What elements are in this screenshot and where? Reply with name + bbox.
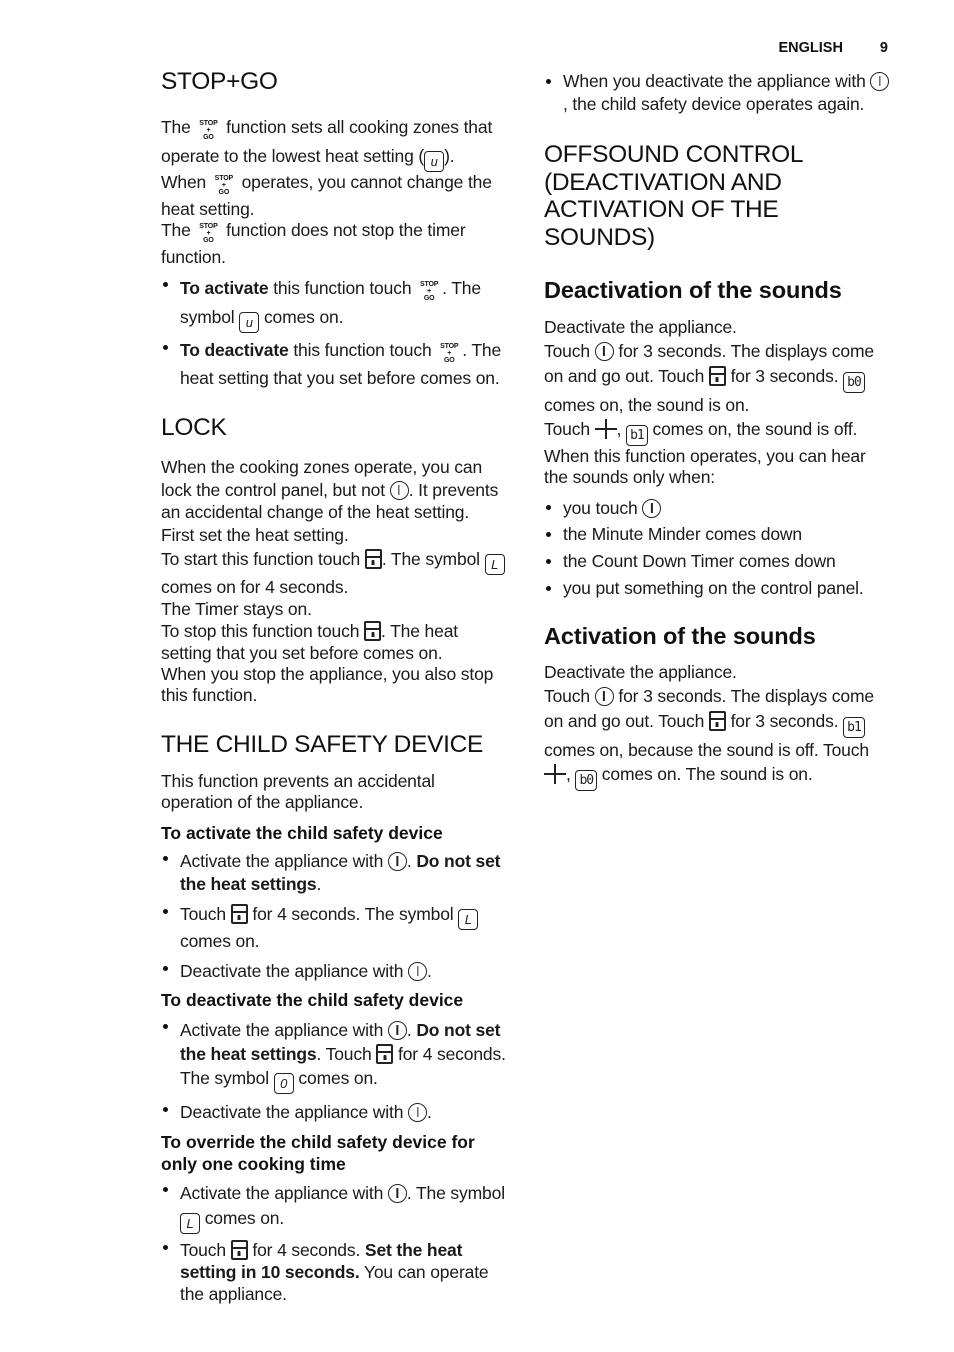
lock-title: LOCK <box>161 414 227 441</box>
language-label: ENGLISH <box>778 40 843 56</box>
list-item: Deactivate the appliance with . <box>161 960 511 983</box>
activation-sounds-heading: Activation of the sounds <box>544 623 816 649</box>
list-item: When you deactivate the appliance with ,… <box>544 70 894 116</box>
display-b1-icon: b1 <box>626 425 648 446</box>
deactivate-child-safety-bullets: Activate the appliance with . Do not set… <box>161 1018 511 1124</box>
power-icon <box>387 1183 407 1203</box>
list-item: you put something on the control panel. <box>544 577 894 600</box>
list-item: To activate this function touch STOP + GO.… <box>161 276 511 333</box>
lock-para-1: When the cooking zones operate, you can … <box>161 457 499 522</box>
display-u-icon: u <box>239 312 260 333</box>
page-header: ENGLISH 9 <box>778 40 888 56</box>
stop-go-icon: STOP + GO <box>440 343 459 364</box>
override-child-safety-heading: To override the child safety device for … <box>161 1131 475 1174</box>
power-icon <box>387 851 407 871</box>
page-number: 9 <box>879 40 888 56</box>
plus-icon <box>544 764 566 784</box>
stop-go-icon: STOP + GO <box>214 175 234 196</box>
sound-conditions-list: you touch the Minute Minder comes down t… <box>544 496 894 600</box>
lock-icon <box>230 1239 248 1260</box>
stopgo-bullets: To activate this function touch STOP + GO.… <box>161 276 511 390</box>
child-safety-title: THE CHILD SAFETY DEVICE <box>161 730 484 758</box>
display-L-icon: L <box>484 553 505 575</box>
deactivation-para-1: Deactivate the appliance. <box>544 317 737 337</box>
list-item: you touch <box>544 496 894 520</box>
deactivation-para-4: When this function operates, you can hea… <box>544 446 866 487</box>
display-u-icon: u <box>424 151 445 172</box>
lock-icon <box>364 548 382 569</box>
power-icon <box>408 961 427 981</box>
display-L-icon: L <box>458 908 479 930</box>
activation-para-1: Deactivate the appliance. <box>544 662 737 682</box>
list-item: Touch for 4 seconds. Set the heat settin… <box>161 1239 511 1305</box>
display-0-icon: 0 <box>273 1072 294 1094</box>
stopgo-para-1: The STOP + GO function sets all cooking zo… <box>161 115 511 172</box>
power-icon <box>642 499 662 518</box>
power-icon <box>594 687 614 706</box>
stop-go-icon: STOP + GO <box>199 223 218 244</box>
lock-para-6: When you stop the appliance, you also st… <box>161 663 494 705</box>
stopgo-para-3: The STOP + GO function does not stop the t… <box>161 220 466 267</box>
lock-para-5: To stop this function touch . The heat s… <box>161 620 459 663</box>
deactivation-sounds-heading: Deactivation of the sounds <box>544 277 842 303</box>
list-item: Activate the appliance with . Do not set… <box>161 850 511 896</box>
lock-icon <box>708 710 726 731</box>
child-safety-intro: This function prevents an accidental ope… <box>161 770 435 812</box>
activate-child-safety-bullets: Activate the appliance with . Do not set… <box>161 850 511 983</box>
list-item: the Minute Minder comes down <box>544 523 894 546</box>
plus-icon <box>594 419 617 439</box>
lock-icon <box>708 365 726 386</box>
deactivate-child-safety-heading: To deactivate the child safety device <box>161 989 464 1010</box>
display-b1-icon: b1 <box>843 716 865 738</box>
stopgo-title: STOP+GO <box>161 68 278 95</box>
activation-para-2: Touch for 3 seconds. The displays come o… <box>544 684 894 791</box>
power-icon <box>594 342 614 361</box>
list-item: Touch for 4 seconds. The symbol L comes … <box>161 903 511 952</box>
lock-icon <box>376 1043 394 1064</box>
lock-para-3: To start this function touch . The symbo… <box>161 547 511 599</box>
lock-para-2: First set the heat setting. <box>161 524 349 545</box>
override-child-safety-bullets: Activate the appliance with . The symbol… <box>161 1181 511 1305</box>
list-item: To deactivate this function touch STOP + G… <box>161 339 511 390</box>
stop-go-icon: STOP + GO <box>199 120 218 141</box>
offsound-title: OFFSOUND CONTROL (DEACTIVATION AND ACTIV… <box>544 141 803 251</box>
power-icon <box>387 1020 407 1040</box>
right-column: When you deactivate the appliance with ,… <box>544 70 894 791</box>
lock-icon <box>230 903 248 924</box>
power-icon <box>389 480 409 500</box>
activate-child-safety-heading: To activate the child safety device <box>161 822 443 843</box>
deactivation-para-3: Touch , b1 comes on, the sound is off. <box>544 417 894 446</box>
stopgo-para-2: When STOP + GO operates, you cannot change… <box>161 172 492 219</box>
list-item: the Count Down Timer comes down <box>544 550 894 573</box>
list-item: Activate the appliance with . Do not set… <box>161 1018 511 1094</box>
display-b0-icon: b0 <box>843 371 865 393</box>
list-item: Activate the appliance with . The symbol… <box>161 1181 511 1234</box>
stop-go-icon: STOP + GO <box>419 281 439 302</box>
deactivation-para-2: Touch for 3 seconds. The displays come o… <box>544 341 874 415</box>
lock-icon <box>364 620 382 641</box>
power-icon <box>408 1102 427 1122</box>
left-column: STOP+GO The STOP + GO function sets all co… <box>161 68 511 1305</box>
override-continued-bullets: When you deactivate the appliance with ,… <box>544 70 894 116</box>
lock-para-4: The Timer stays on. <box>161 598 312 619</box>
display-L-icon: L <box>180 1212 200 1234</box>
list-item: Deactivate the appliance with . <box>161 1101 511 1124</box>
display-b0-icon: b0 <box>575 770 598 791</box>
power-icon <box>870 72 890 91</box>
